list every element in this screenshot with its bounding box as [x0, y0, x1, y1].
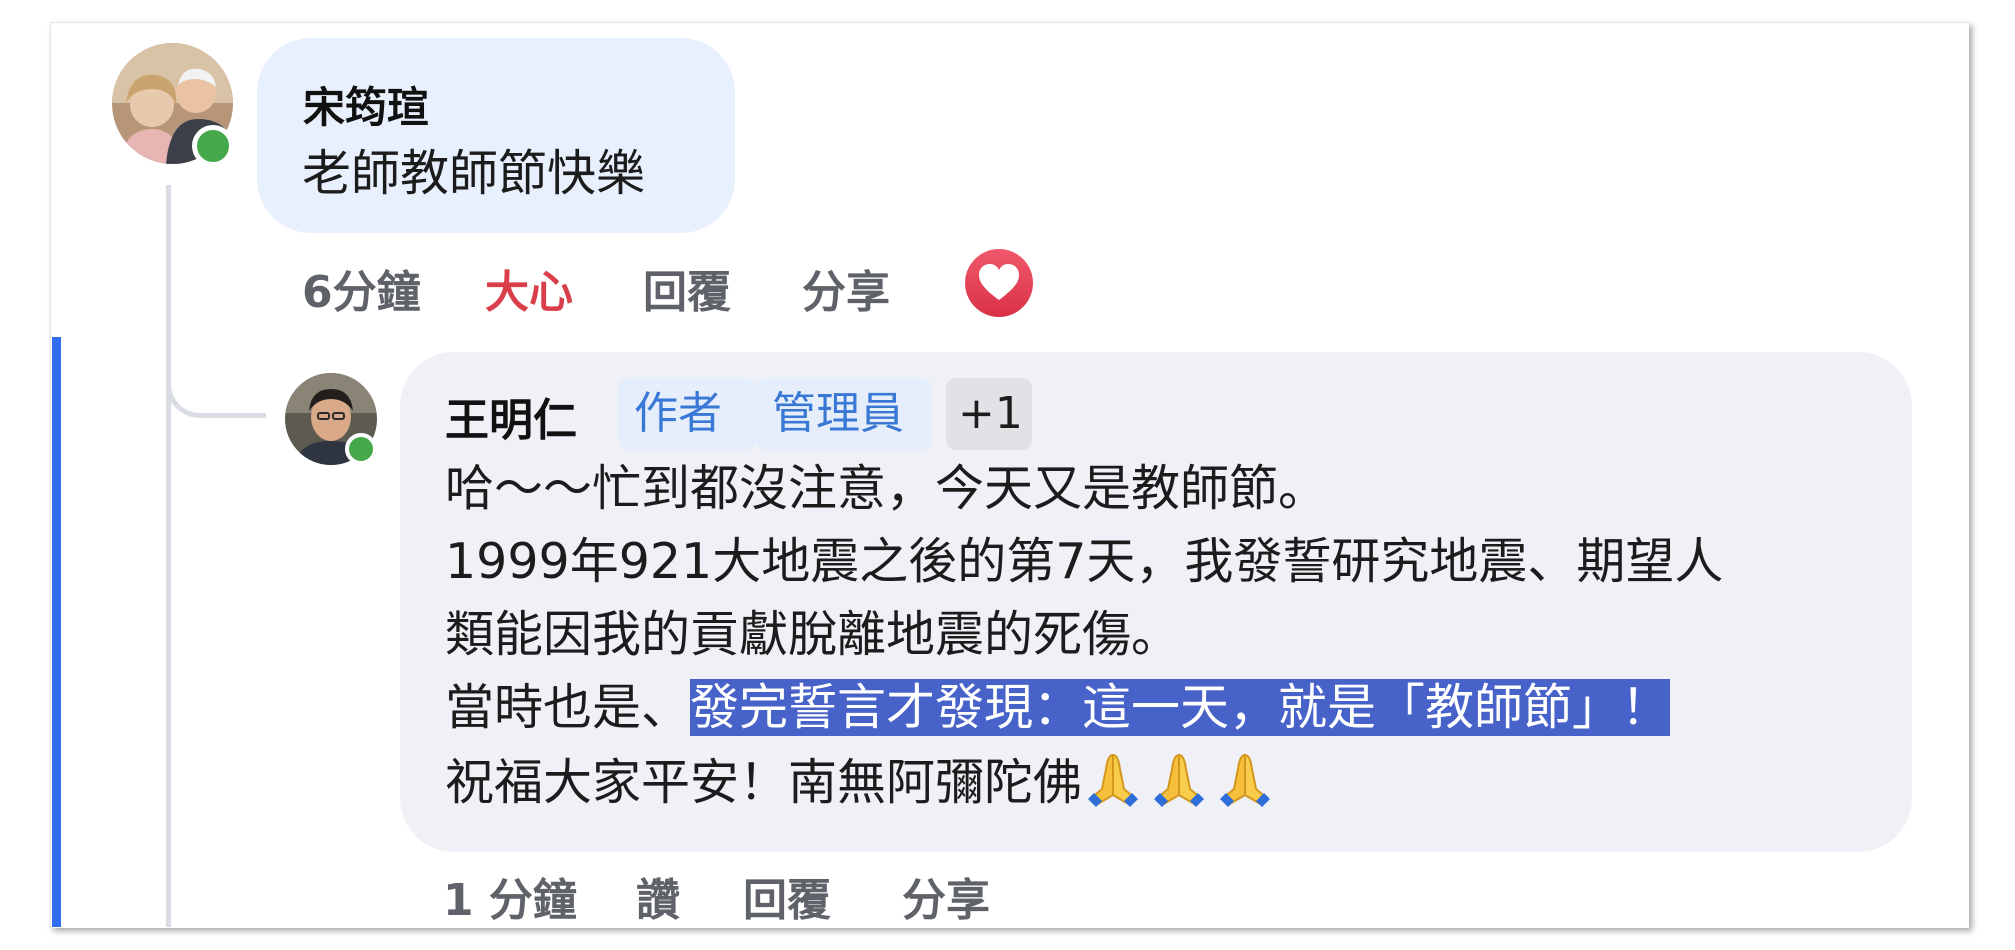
selected-thread-accent-bar — [52, 337, 61, 927]
folded-hands-icon — [1148, 749, 1210, 827]
folded-hands-icon — [1082, 749, 1144, 827]
comment-thread-canvas: 宋筠瑄 老師教師節快樂 6分鐘 大心 回覆 分享 王明仁 作者 管理員 +1 哈… — [0, 0, 2015, 950]
comment-text: 老師教師節快樂 — [302, 145, 646, 202]
comment-line: 祝福大家平安！南無阿彌陀佛 — [445, 744, 1885, 827]
more-badges-button[interactable]: +1 — [946, 378, 1032, 450]
like-button[interactable]: 讚 — [636, 864, 680, 928]
selected-text-highlight: 發完誓言才發現：這一天，就是「教師節」！ — [690, 679, 1671, 736]
comment-line-text: 祝福大家平安！南無阿彌陀佛 — [445, 754, 1083, 811]
avatar-commenter-2[interactable] — [285, 373, 377, 465]
share-button[interactable]: 分享 — [802, 256, 890, 320]
comment-timestamp[interactable]: 1 分鐘 — [443, 864, 577, 928]
emoji-group — [1082, 744, 1280, 827]
comment-author-name[interactable]: 王明仁 — [445, 384, 577, 448]
share-button[interactable]: 分享 — [902, 864, 990, 928]
avatar-commenter-1[interactable] — [112, 43, 234, 167]
comment-line: 哈～～忙到都沒注意，今天又是教師節。 — [445, 460, 1328, 517]
comment-timestamp[interactable]: 6分鐘 — [302, 256, 421, 320]
folded-hands-icon — [1214, 749, 1276, 827]
comment-line-plain-text: 當時也是、 — [445, 679, 691, 736]
comment-author-name[interactable]: 宋筠瑄 — [303, 74, 429, 135]
comment-text: 哈～～忙到都沒注意，今天又是教師節。 1999年921大地震之後的第7天，我發誓… — [445, 452, 1885, 827]
comment-line: 類能因我的貢獻脫離地震的死傷。 — [445, 606, 1181, 663]
comment-line: 當時也是、發完誓言才發現：這一天，就是「教師節」！ — [445, 671, 1885, 744]
author-badge: 作者 — [618, 378, 756, 450]
comment-line: 1999年921大地震之後的第7天，我發誓研究地震、期望人 — [445, 533, 1724, 590]
online-status-indicator — [192, 125, 234, 167]
admin-badge: 管理員 — [756, 378, 932, 450]
heart-love-icon[interactable] — [964, 248, 1034, 318]
reaction-button-love[interactable]: 大心 — [485, 256, 573, 320]
online-status-indicator — [345, 433, 377, 465]
thread-connector-line — [166, 185, 171, 927]
reply-button[interactable]: 回覆 — [643, 256, 731, 320]
reply-connector-curve — [166, 340, 266, 418]
reply-button[interactable]: 回覆 — [743, 864, 831, 928]
